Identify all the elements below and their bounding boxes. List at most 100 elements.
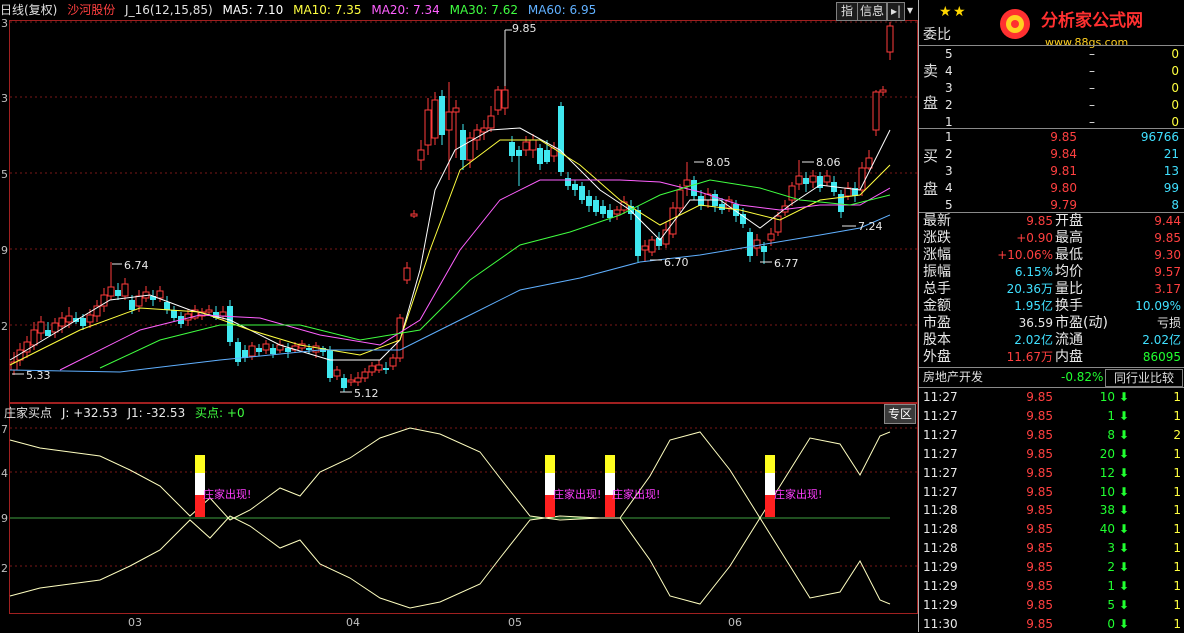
candle-body bbox=[37, 321, 45, 334]
down-arrow-icon: ⬇ bbox=[1119, 522, 1130, 537]
candle-body bbox=[368, 365, 376, 373]
tick-count: 1 bbox=[1173, 446, 1181, 461]
tick-volume: 8 bbox=[1107, 427, 1115, 442]
price-label: 6.77 bbox=[774, 257, 799, 270]
sell-volume: 0 bbox=[1171, 64, 1179, 78]
jump-end-button[interactable]: ▸| bbox=[887, 2, 905, 21]
tick-count: 1 bbox=[1173, 579, 1181, 593]
y-axis-label: 3 bbox=[1, 92, 8, 105]
stat-label: 股本 bbox=[923, 332, 951, 348]
buy-volume: 21 bbox=[1163, 147, 1179, 161]
sector-name[interactable]: 房地产开发 bbox=[923, 369, 983, 386]
candle-body bbox=[879, 89, 887, 93]
stat-value: 亏损 bbox=[1156, 316, 1181, 330]
stat-label: 振幅 bbox=[923, 264, 951, 280]
tick-time: 11:27 bbox=[923, 408, 958, 423]
buy-level: 3 bbox=[945, 164, 953, 178]
stat-label: 最高 bbox=[1055, 230, 1083, 246]
candle-body bbox=[410, 213, 418, 217]
info-button[interactable]: 信息 bbox=[857, 2, 887, 21]
indicator-label: J_16(12,15,85) bbox=[125, 3, 213, 17]
period-label[interactable]: 日线(复权) bbox=[0, 3, 57, 17]
candle-body bbox=[431, 99, 439, 139]
tick-count: 1 bbox=[1173, 597, 1181, 612]
candle-body bbox=[417, 149, 425, 161]
tick-price: 9.85 bbox=[1026, 616, 1053, 631]
tick-volume: 0 bbox=[1107, 616, 1115, 631]
y-axis-label: 7 bbox=[1, 423, 8, 436]
price-label: 5.12 bbox=[354, 387, 379, 400]
star-icon[interactable]: ★ bbox=[953, 4, 966, 20]
stat-value: 9.85 bbox=[1026, 214, 1053, 228]
logo-icon bbox=[1000, 9, 1030, 39]
logo-title: 分析家公式网 bbox=[1041, 11, 1143, 31]
ma30-label: MA30: 7.62 bbox=[449, 3, 519, 17]
candle-body bbox=[327, 350, 333, 378]
stat-label: 最低 bbox=[1055, 247, 1083, 263]
tick-volume: 1 bbox=[1107, 408, 1115, 423]
price-label: 6.70 bbox=[664, 256, 689, 269]
candle-body bbox=[795, 175, 803, 185]
stat-value: 9.57 bbox=[1154, 265, 1181, 279]
down-arrow-icon: ⬇ bbox=[1119, 616, 1130, 631]
tick-price: 9.85 bbox=[1026, 408, 1053, 423]
star-icon[interactable]: ★ bbox=[939, 4, 952, 20]
price-label: 7.24 bbox=[858, 220, 883, 233]
candle-body bbox=[600, 206, 606, 214]
quote-panel: ★ ★ 分析家公式网 www.88gs.com 委比 卖 盘 5–0 4–0 3–0… bbox=[918, 0, 1184, 632]
tick-volume: 40 bbox=[1099, 522, 1115, 537]
signal-label: 庄家出现! bbox=[612, 488, 661, 501]
tick-count: 2 bbox=[1173, 427, 1181, 442]
candle-body bbox=[872, 91, 880, 131]
sell-price: – bbox=[1089, 81, 1095, 95]
tick-time: 11:27 bbox=[923, 465, 958, 480]
candle-body bbox=[865, 157, 873, 169]
sub-chart-name[interactable]: 庄家买点 bbox=[4, 406, 52, 420]
buy-side-label: 盘 bbox=[923, 180, 939, 198]
candle-body bbox=[635, 210, 641, 256]
candle-body bbox=[164, 302, 170, 310]
buy-value: 买点: +0 bbox=[195, 406, 245, 420]
tick-time: 11:27 bbox=[923, 390, 958, 404]
dropdown-menu-icon[interactable]: ▾ bbox=[904, 2, 916, 19]
stat-value: 1.95亿 bbox=[1014, 299, 1053, 313]
kline-chart-area[interactable]: 日线(复权) 沙河股份 J_16(12,15,85) MA5: 7.10 MA1… bbox=[0, 0, 918, 632]
stat-value: 9.30 bbox=[1154, 248, 1181, 262]
tick-count: 1 bbox=[1173, 616, 1181, 631]
kline-chart-svg[interactable] bbox=[0, 0, 918, 632]
price-label: 8.05 bbox=[706, 156, 731, 169]
down-arrow-icon: ⬇ bbox=[1119, 560, 1130, 575]
candle-body bbox=[86, 314, 94, 323]
tick-volume: 10 bbox=[1099, 390, 1115, 404]
candle-body bbox=[761, 246, 767, 252]
stat-label: 均价 bbox=[1055, 264, 1083, 280]
candle-body bbox=[235, 342, 241, 362]
candle-body bbox=[774, 215, 782, 233]
compare-industry-button[interactable]: 同行业比较 bbox=[1105, 369, 1183, 387]
tick-count: 1 bbox=[1173, 560, 1181, 575]
zhi-button[interactable]: 指 bbox=[836, 2, 858, 21]
tick-volume: 38 bbox=[1099, 503, 1115, 518]
candle-body bbox=[285, 348, 291, 352]
candle-body bbox=[219, 311, 227, 317]
candle-body bbox=[529, 139, 537, 151]
sub-chart-header: 庄家买点 J: +32.53 J1: -32.53 买点: +0 bbox=[4, 405, 251, 421]
tick-volume: 10 bbox=[1099, 484, 1115, 499]
tick-volume: 5 bbox=[1107, 597, 1115, 612]
candle-body bbox=[156, 290, 164, 299]
candle-body bbox=[354, 377, 362, 383]
candle-body bbox=[115, 290, 121, 296]
zone-button[interactable]: 专区 bbox=[884, 404, 916, 424]
sell-level: 4 bbox=[945, 64, 953, 78]
y-axis-label: 2 bbox=[1, 320, 8, 333]
tick-price: 9.85 bbox=[1026, 465, 1053, 480]
candle-body bbox=[270, 348, 276, 354]
candle-body bbox=[809, 175, 817, 183]
buy-level: 2 bbox=[945, 147, 953, 161]
buy-level: 1 bbox=[945, 130, 953, 144]
tick-time: 11:28 bbox=[923, 503, 958, 518]
candle-body bbox=[256, 348, 262, 352]
stat-value: 3.17 bbox=[1154, 282, 1181, 296]
y-axis-label: 3 bbox=[1, 17, 8, 30]
candle-body bbox=[803, 178, 809, 184]
